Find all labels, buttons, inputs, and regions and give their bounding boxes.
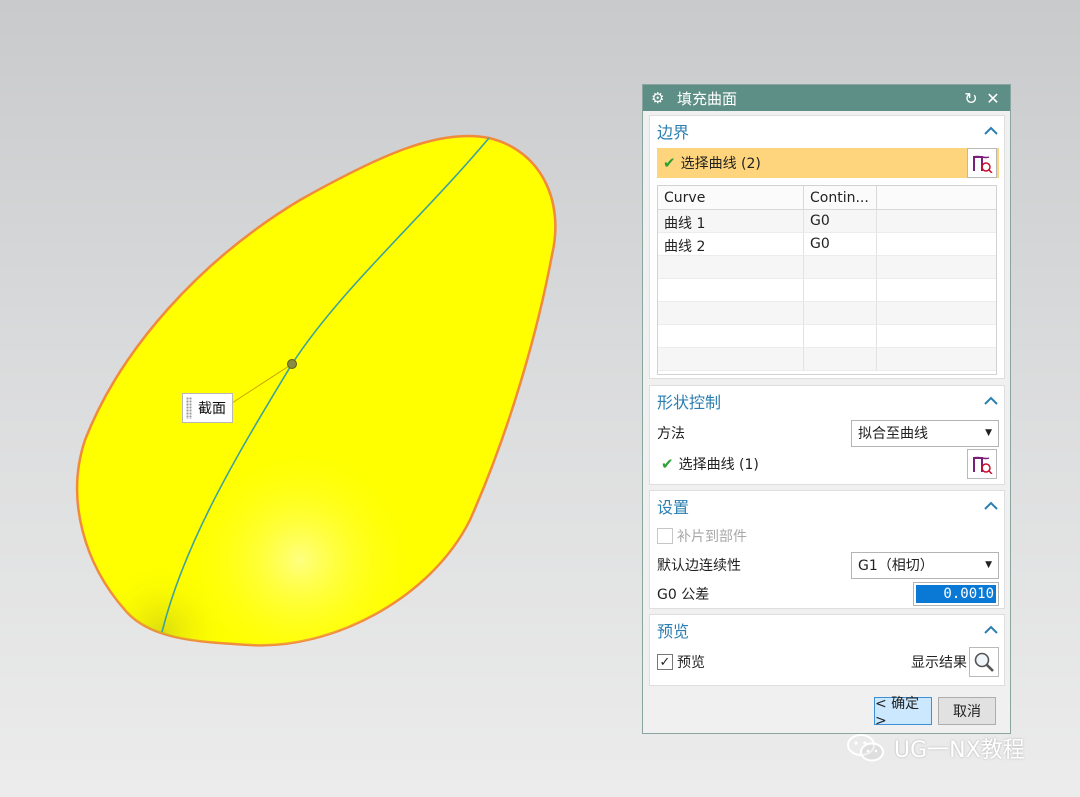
fill-surface-dialog: ⚙ 填充曲面 ↻ ✕ 边界 ✔ 选择曲线 (2) Curve Contin...… bbox=[642, 84, 1011, 734]
show-result-label: 显示结果 bbox=[911, 655, 967, 671]
checkmark-icon: ✔ bbox=[663, 154, 676, 172]
table-row[interactable] bbox=[658, 279, 996, 302]
blank-cell bbox=[877, 348, 996, 370]
magnifier-icon bbox=[974, 652, 994, 672]
blank-cell bbox=[877, 256, 996, 278]
continuity-row: 默认边连续性 G1（相切） ▼ bbox=[657, 551, 999, 579]
curve-cell bbox=[658, 279, 804, 301]
blank-cell bbox=[877, 279, 996, 301]
method-row: 方法 拟合至曲线 ▼ bbox=[657, 419, 999, 447]
dropdown-arrow-icon: ▼ bbox=[985, 560, 992, 570]
boundary-panel-title: 边界 bbox=[657, 123, 690, 142]
tolerance-input[interactable]: 0.0010 bbox=[913, 582, 999, 606]
curve-cell bbox=[658, 302, 804, 324]
preview-panel: 预览 ✓ 预览 显示结果 bbox=[649, 614, 1005, 686]
dialog-titlebar[interactable]: ⚙ 填充曲面 ↻ ✕ bbox=[643, 85, 1010, 111]
curve-select-icon bbox=[973, 456, 993, 474]
boundary-select-curve-label: 选择曲线 (2) bbox=[680, 156, 761, 172]
continuity-dropdown[interactable]: G1（相切） ▼ bbox=[851, 551, 999, 579]
column-header-blank bbox=[877, 186, 996, 209]
dropdown-arrow-icon: ▼ bbox=[985, 428, 992, 438]
boundary-select-curve-row[interactable]: ✔ 选择曲线 (2) bbox=[657, 148, 999, 178]
cancel-button[interactable]: 取消 bbox=[938, 697, 996, 725]
section-point-handle[interactable] bbox=[287, 359, 297, 369]
curve-cell bbox=[658, 256, 804, 278]
curve-select-icon bbox=[973, 155, 993, 173]
continuity-label: 默认边连续性 bbox=[657, 558, 741, 574]
table-body: 曲线 1 G0 曲线 2 G0 bbox=[658, 210, 996, 371]
dialog-title: 填充曲面 bbox=[677, 89, 738, 108]
checkmark-icon: ✓ bbox=[659, 654, 671, 670]
table-row[interactable]: 曲线 1 G0 bbox=[658, 210, 996, 233]
select-curve-button[interactable] bbox=[967, 148, 997, 178]
drag-grip-icon[interactable] bbox=[186, 397, 192, 419]
continuity-cell bbox=[804, 279, 877, 301]
show-result-button[interactable] bbox=[969, 647, 999, 677]
curve-cell: 曲线 1 bbox=[658, 210, 804, 232]
blank-cell bbox=[877, 210, 996, 232]
section-tag[interactable]: 截面 bbox=[182, 393, 233, 423]
preview-checkbox[interactable]: ✓ bbox=[657, 654, 673, 670]
tolerance-row: G0 公差 0.0010 bbox=[657, 580, 999, 608]
boundary-panel: 边界 ✔ 选择曲线 (2) Curve Contin... 曲线 1 G0 曲线… bbox=[649, 115, 1005, 379]
watermark-text: UG一NX教程 bbox=[894, 738, 1025, 763]
continuity-cell: G0 bbox=[804, 233, 877, 255]
table-row[interactable] bbox=[658, 256, 996, 279]
watermark: UG一NX教程 bbox=[846, 732, 1025, 764]
continuity-cell: G0 bbox=[804, 210, 877, 232]
shape-select-curve-label: 选择曲线 (1) bbox=[678, 457, 759, 473]
reset-icon[interactable]: ↻ bbox=[960, 89, 982, 108]
tolerance-value: 0.0010 bbox=[916, 585, 996, 603]
preview-row: ✓ 预览 显示结果 bbox=[657, 647, 999, 677]
column-header-curve[interactable]: Curve bbox=[658, 186, 804, 209]
chevron-up-icon[interactable] bbox=[984, 501, 998, 511]
curve-continuity-table[interactable]: Curve Contin... 曲线 1 G0 曲线 2 G0 bbox=[657, 185, 997, 375]
boundary-panel-header[interactable]: 边界 bbox=[650, 116, 1004, 146]
table-row[interactable] bbox=[658, 302, 996, 325]
curve-cell: 曲线 2 bbox=[658, 233, 804, 255]
chevron-up-icon[interactable] bbox=[984, 396, 998, 406]
blank-cell bbox=[877, 302, 996, 324]
preview-panel-header[interactable]: 预览 bbox=[650, 615, 1004, 645]
close-icon[interactable]: ✕ bbox=[982, 89, 1004, 108]
shape-select-curve-row[interactable]: ✔ 选择曲线 (1) bbox=[657, 449, 999, 479]
column-header-continuity[interactable]: Contin... bbox=[804, 186, 877, 209]
table-header: Curve Contin... bbox=[658, 186, 996, 210]
wechat-icon bbox=[847, 734, 884, 762]
section-tag-label: 截面 bbox=[198, 401, 226, 417]
settings-panel: 设置 补片到部件 默认边连续性 G1（相切） ▼ G0 公差 0.0010 bbox=[649, 490, 1005, 609]
settings-panel-title: 设置 bbox=[657, 498, 690, 517]
method-label: 方法 bbox=[657, 426, 685, 442]
checkmark-icon: ✔ bbox=[661, 455, 674, 473]
continuity-value: G1（相切） bbox=[858, 558, 934, 574]
shape-control-panel: 形状控制 方法 拟合至曲线 ▼ ✔ 选择曲线 (1) bbox=[649, 385, 1005, 485]
curve-cell bbox=[658, 348, 804, 370]
table-row[interactable]: 曲线 2 G0 bbox=[658, 233, 996, 256]
table-row[interactable] bbox=[658, 348, 996, 371]
settings-panel-header[interactable]: 设置 bbox=[650, 491, 1004, 521]
table-row[interactable] bbox=[658, 325, 996, 348]
ok-button[interactable]: < 确定 > bbox=[874, 696, 932, 729]
continuity-cell bbox=[804, 256, 877, 278]
method-dropdown[interactable]: 拟合至曲线 ▼ bbox=[851, 419, 999, 447]
patch-to-part-row: 补片到部件 bbox=[657, 522, 999, 550]
preview-panel-title: 预览 bbox=[657, 622, 690, 641]
shape-control-panel-title: 形状控制 bbox=[657, 393, 722, 412]
continuity-cell bbox=[804, 302, 877, 324]
preview-label: 预览 bbox=[677, 655, 705, 671]
blank-cell bbox=[877, 325, 996, 347]
shape-control-panel-header[interactable]: 形状控制 bbox=[650, 386, 1004, 416]
blank-cell bbox=[877, 233, 996, 255]
chevron-up-icon[interactable] bbox=[984, 625, 998, 635]
method-value: 拟合至曲线 bbox=[858, 426, 928, 442]
continuity-cell bbox=[804, 325, 877, 347]
gear-icon: ⚙ bbox=[651, 89, 665, 107]
patch-to-part-label: 补片到部件 bbox=[677, 529, 747, 545]
tolerance-label: G0 公差 bbox=[657, 587, 710, 603]
curve-cell bbox=[658, 325, 804, 347]
select-curve-button[interactable] bbox=[967, 449, 997, 479]
patch-to-part-checkbox[interactable] bbox=[657, 528, 673, 544]
chevron-up-icon[interactable] bbox=[984, 126, 998, 136]
continuity-cell bbox=[804, 348, 877, 370]
